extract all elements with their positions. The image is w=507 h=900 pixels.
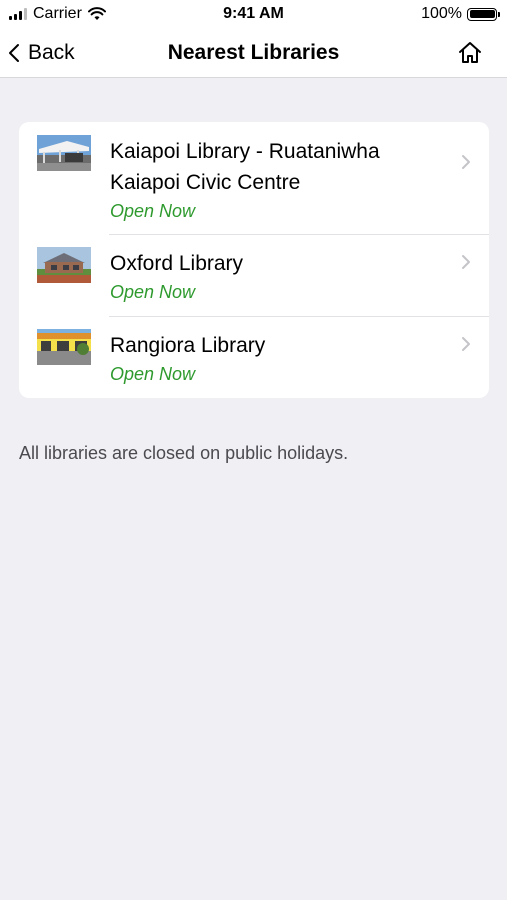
- status-bar: Carrier 9:41 AM 100%: [0, 0, 507, 30]
- battery-icon: [467, 7, 500, 21]
- home-icon[interactable]: [457, 40, 483, 66]
- holiday-note: All libraries are closed on public holid…: [19, 443, 349, 463]
- library-info: Rangiora Library Open Now: [110, 330, 440, 386]
- page-title: Nearest Libraries: [167, 41, 340, 64]
- library-thumbnail: [37, 135, 91, 171]
- chevron-right-icon: [462, 337, 470, 351]
- library-info: Kaiapoi Library - Ruataniwha Kaiapoi Civ…: [110, 136, 440, 223]
- navigation-bar: Back Nearest Libraries: [0, 30, 507, 78]
- library-name: Oxford Library: [110, 252, 244, 275]
- library-info: Oxford Library Open Now: [110, 248, 440, 304]
- libraries-list: Kaiapoi Library - Ruataniwha Kaiapoi Civ…: [19, 122, 489, 398]
- library-thumbnail: [37, 329, 91, 365]
- library-thumbnail: [37, 247, 91, 283]
- chevron-right-icon: [462, 155, 470, 169]
- library-row-kaiapoi[interactable]: Kaiapoi Library - Ruataniwha Kaiapoi Civ…: [19, 122, 489, 234]
- battery-percent: 100%: [421, 5, 462, 22]
- library-status: Open Now: [110, 364, 196, 384]
- library-row-rangiora[interactable]: Rangiora Library Open Now: [19, 316, 489, 398]
- library-name: Kaiapoi Library - Ruataniwha Kaiapoi Civ…: [110, 140, 380, 194]
- library-status: Open Now: [110, 201, 196, 221]
- chevron-right-icon: [462, 255, 470, 269]
- library-status: Open Now: [110, 282, 196, 302]
- library-row-oxford[interactable]: Oxford Library Open Now: [19, 234, 489, 316]
- library-name: Rangiora Library: [110, 334, 266, 357]
- status-right: 100%: [421, 5, 500, 23]
